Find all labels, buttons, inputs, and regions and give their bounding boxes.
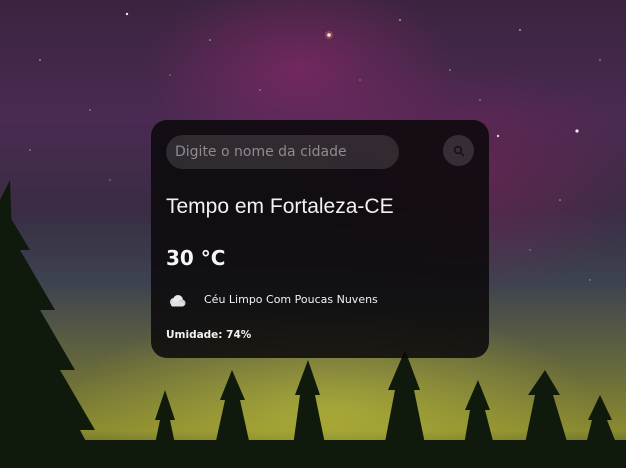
partly-cloudy-icon	[170, 295, 186, 307]
humidity-value: Umidade: 74%	[166, 329, 252, 341]
weather-card: Tempo em Fortaleza-CE 30 °C Céu Limpo Co…	[151, 120, 489, 358]
search-icon	[453, 145, 464, 156]
city-search-input[interactable]	[166, 135, 399, 169]
city-weather-title: Tempo em Fortaleza-CE	[166, 195, 394, 218]
temperature-value: 30 °C	[166, 246, 226, 270]
search-button[interactable]	[443, 135, 474, 166]
weather-description: Céu Limpo Com Poucas Nuvens	[204, 293, 378, 306]
